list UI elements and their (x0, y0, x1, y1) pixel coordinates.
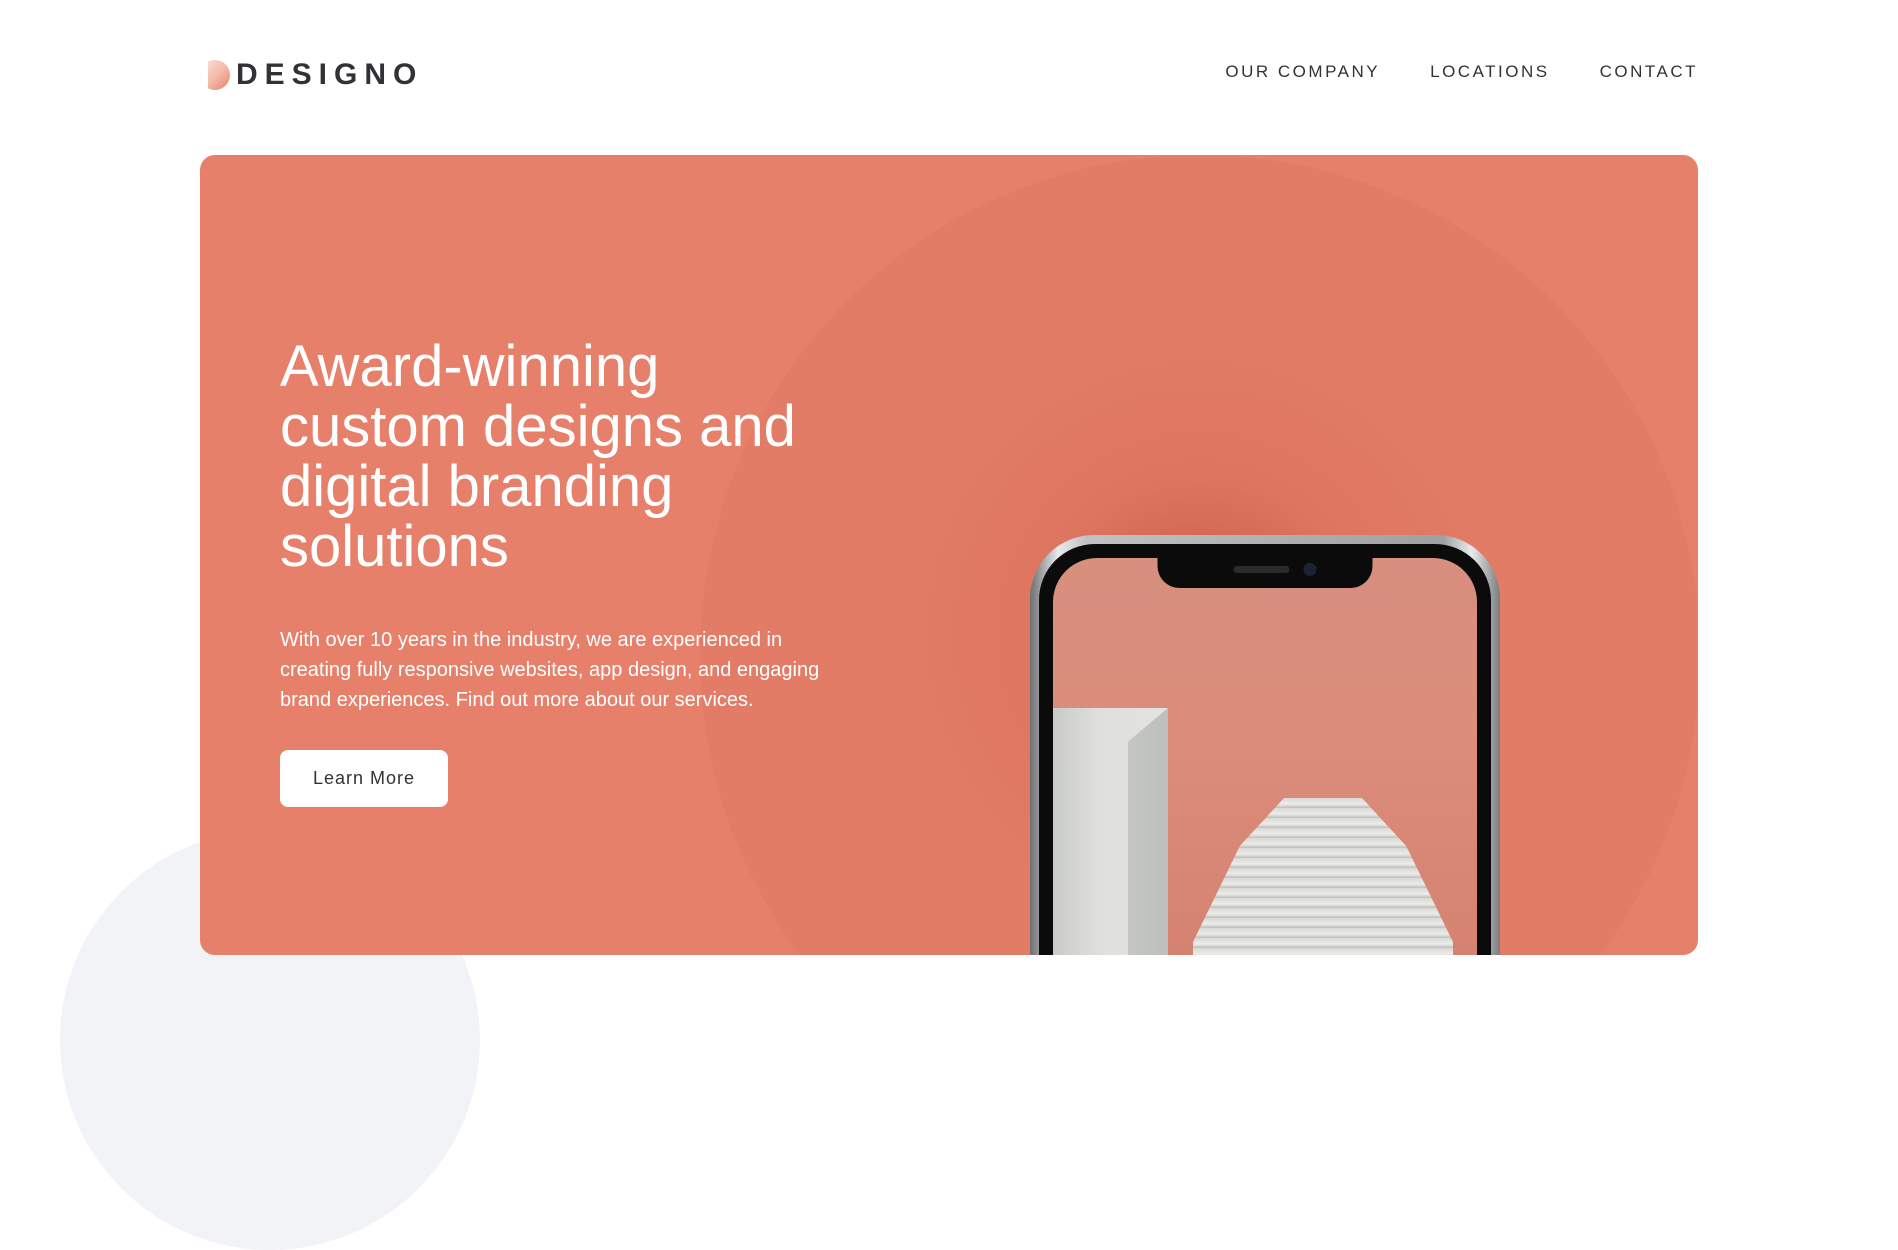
logo-text: DESIGNO (236, 58, 424, 91)
phone-bezel (1039, 544, 1491, 955)
white-box-illustration (1053, 708, 1168, 955)
nav-link-our-company[interactable]: OUR COMPANY (1225, 62, 1380, 82)
nav-link-contact[interactable]: CONTACT (1600, 62, 1698, 82)
main-nav: OUR COMPANY LOCATIONS CONTACT (1175, 62, 1698, 82)
nav-link-locations[interactable]: LOCATIONS (1430, 62, 1549, 82)
phone-notch (1157, 558, 1373, 588)
logo-mark-icon (200, 60, 230, 90)
vase-illustration (1193, 798, 1453, 955)
site-header: DESIGNO OUR COMPANY LOCATIONS CONTACT (200, 0, 1698, 150)
learn-more-button[interactable]: Learn More (280, 750, 448, 807)
speaker-grille (1233, 566, 1290, 573)
phone-screen-image (1053, 558, 1477, 955)
camera-icon (1303, 563, 1317, 576)
hero-description: With over 10 years in the industry, we a… (280, 629, 820, 711)
hero-title: Award-winning custom designs and digital… (280, 334, 796, 579)
hero-section: Award-winning custom designs and digital… (200, 155, 1698, 955)
logo[interactable]: DESIGNO (200, 58, 423, 92)
phone-mockup (1030, 535, 1500, 955)
